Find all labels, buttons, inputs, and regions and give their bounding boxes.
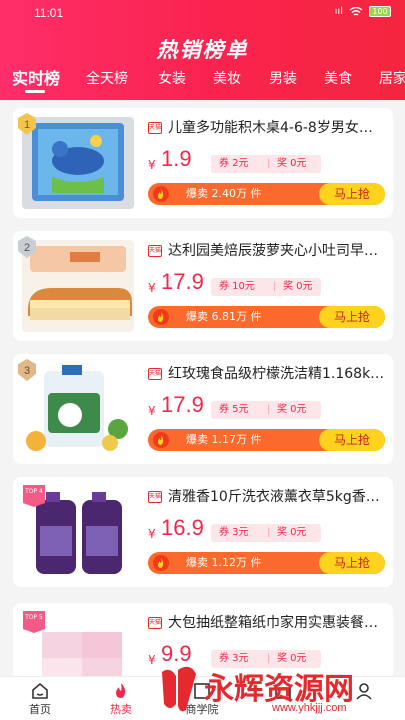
nav-label: 首页 bbox=[29, 703, 51, 716]
product-image bbox=[22, 240, 134, 332]
coupon-divider: | bbox=[273, 281, 277, 292]
tmall-tag: 天猫 bbox=[148, 617, 162, 629]
buy-now-button[interactable]: 马上抢 bbox=[319, 552, 385, 574]
svg-text:3: 3 bbox=[24, 365, 30, 377]
puzzle-table-image bbox=[32, 123, 124, 201]
currency-symbol: ¥ bbox=[148, 158, 156, 172]
active-tab-indicator bbox=[25, 90, 45, 93]
currency-symbol: ¥ bbox=[148, 281, 156, 295]
status-time: 11:01 bbox=[34, 6, 64, 20]
product-name[interactable]: 清雅香10斤洗衣液薰衣草5kg香… bbox=[168, 486, 388, 506]
detergent-image bbox=[26, 365, 128, 451]
product-price: 16.9 bbox=[161, 515, 204, 540]
watermark-url: www.yhkjjj.com bbox=[272, 702, 347, 714]
app-screen: 11:01 ııl 100 热销榜单 实时榜 全天榜 女装 美妆 男装 美食 居… bbox=[0, 0, 405, 720]
product-name[interactable]: 儿童多功能积木桌4-6-8岁男女… bbox=[168, 117, 388, 137]
rank-badge-bronze: 3 bbox=[18, 359, 36, 381]
bread-image bbox=[28, 246, 132, 320]
tmall-tag: 天猫 bbox=[148, 122, 162, 134]
tmall-tag: 天猫 bbox=[148, 491, 162, 503]
coupon-info: 券 3元 | 奖 0元 bbox=[211, 524, 321, 542]
product-price: 1.9 bbox=[161, 146, 192, 171]
rank-badge-top: TOP 4 bbox=[23, 485, 45, 507]
tab-realtime[interactable]: 实时榜 bbox=[12, 68, 60, 90]
svg-text:2: 2 bbox=[24, 242, 30, 254]
product-card-2[interactable]: 2 天猫 达利园美焙辰菠萝夹心小吐司早… ¥ 17.9 券 10元 | 奖 0元… bbox=[13, 231, 393, 341]
fire-icon bbox=[153, 555, 169, 571]
currency-symbol: ¥ bbox=[148, 653, 156, 667]
fire-icon bbox=[153, 432, 169, 448]
currency-symbol: ¥ bbox=[148, 404, 156, 418]
rank-badge-silver: 2 bbox=[18, 236, 36, 258]
sales-count: 爆卖 2.40万 件 bbox=[186, 187, 262, 200]
tmall-tag: 天猫 bbox=[148, 245, 162, 257]
status-bar: 11:01 ııl 100 bbox=[0, 0, 405, 26]
buy-now-button[interactable]: 马上抢 bbox=[319, 183, 385, 205]
coupon-value: 券 3元 bbox=[219, 527, 249, 538]
svg-text:1: 1 bbox=[24, 119, 30, 131]
coupon-info: 券 10元 | 奖 0元 bbox=[211, 278, 321, 296]
home-icon bbox=[32, 682, 48, 699]
coupon-value: 券 2元 bbox=[219, 158, 249, 169]
tab-mens[interactable]: 男装 bbox=[269, 68, 297, 90]
reward-value: 奖 0元 bbox=[277, 527, 307, 538]
tab-food[interactable]: 美食 bbox=[324, 68, 352, 90]
sales-count: 爆卖 1.12万 件 bbox=[186, 556, 262, 569]
fire-icon bbox=[153, 186, 169, 202]
product-image bbox=[22, 117, 134, 209]
sales-bar: 爆卖 1.17万 件 马上抢 bbox=[148, 429, 385, 451]
reward-value: 奖 0元 bbox=[277, 404, 307, 415]
coupon-value: 券 5元 bbox=[219, 404, 249, 415]
coupon-info: 券 5元 | 奖 0元 bbox=[211, 401, 321, 419]
sales-count: 爆卖 1.17万 件 bbox=[186, 433, 262, 446]
product-name[interactable]: 大包抽纸整箱纸巾家用实惠装餐… bbox=[168, 612, 388, 632]
reward-value: 奖 0元 bbox=[283, 281, 313, 292]
tab-all-day[interactable]: 全天榜 bbox=[86, 68, 128, 90]
rank-number: TOP 4 bbox=[25, 488, 43, 495]
product-image bbox=[22, 363, 134, 455]
wifi-icon bbox=[349, 6, 363, 16]
tab-home[interactable]: 居家 bbox=[379, 68, 405, 90]
product-card-3[interactable]: 3 天猫 红玫瑰食品级柠檬洗洁精1.168k… ¥ 17.9 券 5元 | 奖 … bbox=[13, 354, 393, 464]
coupon-divider: | bbox=[267, 404, 271, 415]
product-card-4[interactable]: TOP 4 天猫 清雅香10斤洗衣液薰衣草5kg香… ¥ 16.9 券 3元 |… bbox=[13, 477, 393, 587]
battery-icon: 100 bbox=[369, 6, 391, 17]
rank-badge-gold: 1 bbox=[18, 113, 36, 135]
nav-hot-sale[interactable]: 热卖 bbox=[96, 681, 146, 717]
product-price: 17.9 bbox=[161, 392, 204, 417]
tab-womens[interactable]: 女装 bbox=[158, 68, 186, 90]
page-title: 热销榜单 bbox=[156, 38, 249, 62]
product-price: 17.9 bbox=[161, 269, 204, 294]
coupon-value: 券 10元 bbox=[219, 281, 255, 292]
rank-badge-top: TOP 5 bbox=[23, 611, 45, 633]
buy-now-button[interactable]: 马上抢 bbox=[319, 306, 385, 328]
watermark: 永辉资源网 www.yhkjjj.com bbox=[156, 662, 405, 720]
coupon-info: 券 2元 | 奖 0元 bbox=[211, 155, 321, 173]
nav-home[interactable]: 首页 bbox=[15, 681, 65, 717]
tmall-tag: 天猫 bbox=[148, 368, 162, 380]
category-tabs: 实时榜 全天榜 女装 美妆 男装 美食 居家 bbox=[0, 68, 405, 94]
signal-icon: ııl bbox=[334, 6, 343, 17]
fire-icon bbox=[153, 309, 169, 325]
reward-value: 奖 0元 bbox=[277, 158, 307, 169]
rank-number: TOP 5 bbox=[25, 614, 43, 621]
product-name[interactable]: 达利园美焙辰菠萝夹心小吐司早… bbox=[168, 240, 388, 260]
sales-bar: 爆卖 6.81万 件 马上抢 bbox=[148, 306, 385, 328]
product-name[interactable]: 红玫瑰食品级柠檬洗洁精1.168k… bbox=[168, 363, 388, 383]
sales-count: 爆卖 6.81万 件 bbox=[186, 310, 262, 323]
fire-icon bbox=[116, 683, 126, 698]
coupon-divider: | bbox=[267, 527, 271, 538]
sales-bar: 爆卖 2.40万 件 马上抢 bbox=[148, 183, 385, 205]
header: 11:01 ııl 100 热销榜单 实时榜 全天榜 女装 美妆 男装 美食 居… bbox=[0, 0, 405, 100]
sales-bar: 爆卖 1.12万 件 马上抢 bbox=[148, 552, 385, 574]
nav-label: 热卖 bbox=[110, 703, 132, 716]
coupon-divider: | bbox=[267, 158, 271, 169]
product-card-1[interactable]: 1 天猫 儿童多功能积木桌4-6-8岁男女… ¥ 1.9 券 2元 | 奖 0元… bbox=[13, 108, 393, 218]
tab-beauty[interactable]: 美妆 bbox=[213, 68, 241, 90]
currency-symbol: ¥ bbox=[148, 527, 156, 541]
buy-now-button[interactable]: 马上抢 bbox=[319, 429, 385, 451]
status-icons: ııl 100 bbox=[335, 6, 391, 17]
